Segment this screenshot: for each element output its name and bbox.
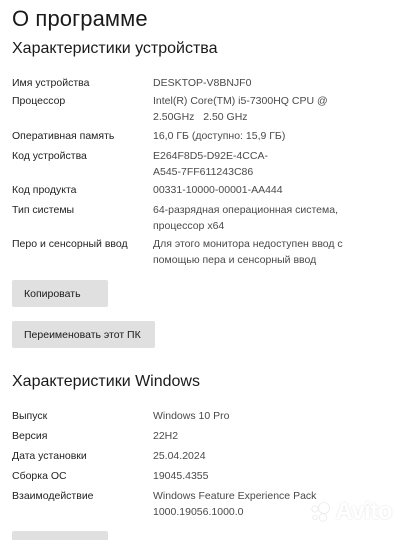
avito-dots-icon bbox=[311, 502, 331, 522]
spec-label: Тип системы bbox=[12, 204, 75, 216]
about-page: О программе Характеристики устройства Им… bbox=[0, 0, 404, 540]
spec-value[interactable]: 00331-10000-00001-AA444 bbox=[153, 182, 385, 198]
page-title: О программе bbox=[12, 6, 148, 31]
avito-watermark: Avito bbox=[309, 498, 392, 526]
spec-value-line: 2.50GHz 2.50 GHz bbox=[153, 111, 248, 123]
spec-value[interactable]: DESKTOP-V8BNJF0 bbox=[153, 75, 385, 91]
spec-value[interactable]: E264F8D5-D92E-4CCA- A545-7FF611243C86 bbox=[153, 148, 385, 180]
spec-value-line: A545-7FF611243C86 bbox=[153, 166, 254, 178]
spec-value-line: E264F8D5-D92E-4CCA- bbox=[153, 150, 268, 162]
spec-value-line: Для этого монитора недоступен ввод с bbox=[153, 238, 343, 250]
spec-label: Процессор bbox=[12, 95, 66, 107]
avito-wordmark: Avito bbox=[335, 498, 392, 525]
spec-value[interactable]: 22H2 bbox=[153, 428, 385, 444]
spec-value-line: 22H2 bbox=[153, 430, 179, 442]
spec-value-line: 00331-10000-00001-AA444 bbox=[153, 184, 283, 196]
spec-value[interactable]: Для этого монитора недоступен ввод с пом… bbox=[153, 236, 385, 268]
spec-value-line: DESKTOP-V8BNJF0 bbox=[153, 77, 252, 89]
spec-label: Код устройства bbox=[12, 150, 87, 162]
spec-value-line: 64-разрядная операционная система, bbox=[153, 204, 339, 216]
spec-value-line: 16,0 ГБ (доступно: 15,9 ГБ) bbox=[153, 130, 286, 142]
spec-value[interactable]: 25.04.2024 bbox=[153, 448, 385, 464]
device-specs-heading: Характеристики устройства bbox=[12, 40, 218, 57]
spec-value-line: 25.04.2024 bbox=[153, 450, 206, 462]
spec-label: Выпуск bbox=[12, 410, 48, 422]
spec-label: Оперативная память bbox=[12, 130, 115, 142]
spec-value[interactable]: 64-разрядная операционная система, проце… bbox=[153, 202, 385, 234]
spec-value-line: 19045.4355 bbox=[153, 470, 209, 482]
spec-label: Имя устройства bbox=[12, 77, 90, 89]
copy-windows-specs-button[interactable]: Копировать bbox=[12, 531, 108, 540]
windows-specs-heading: Характеристики Windows bbox=[12, 373, 200, 390]
spec-label: Перо и сенсорный ввод bbox=[12, 238, 128, 250]
spec-value[interactable]: Intel(R) Core(TM) i5-7300HQ CPU @ 2.50GH… bbox=[153, 93, 385, 125]
spec-value[interactable]: 16,0 ГБ (доступно: 15,9 ГБ) bbox=[153, 128, 385, 144]
spec-label: Версия bbox=[12, 430, 48, 442]
spec-label: Сборка ОС bbox=[12, 470, 67, 482]
spec-label: Дата установки bbox=[12, 450, 87, 462]
spec-label: Код продукта bbox=[12, 184, 77, 196]
spec-value-line: процессор x64 bbox=[153, 220, 225, 232]
rename-pc-button[interactable]: Переименовать этот ПК bbox=[12, 321, 155, 348]
spec-value-line: Intel(R) Core(TM) i5-7300HQ CPU @ bbox=[153, 95, 328, 107]
spec-label: Взаимодействие bbox=[12, 490, 94, 502]
copy-device-specs-button[interactable]: Копировать bbox=[12, 280, 108, 307]
spec-value[interactable]: Windows 10 Pro bbox=[153, 408, 385, 424]
spec-value[interactable]: 19045.4355 bbox=[153, 468, 385, 484]
spec-value-line: Windows 10 Pro bbox=[153, 410, 230, 422]
spec-value-line: помощью пера и сенсорный ввод bbox=[153, 254, 317, 266]
